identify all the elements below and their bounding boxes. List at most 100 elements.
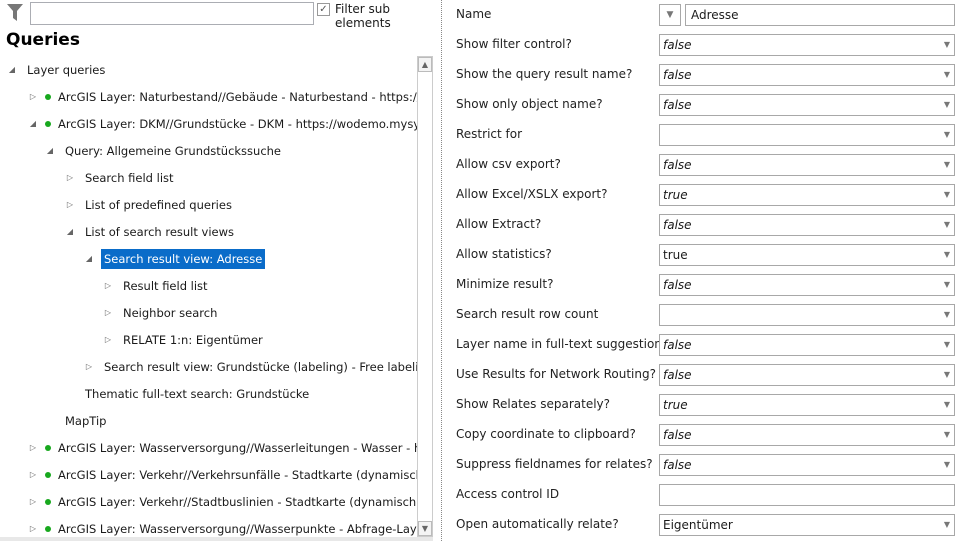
- collapsed-arrow-icon[interactable]: ▷: [65, 195, 75, 215]
- property-dropdown[interactable]: true ▼: [659, 184, 955, 206]
- collapsed-arrow-icon[interactable]: ▷: [84, 357, 94, 377]
- tree-node-label: ArcGIS Layer: Wasserversorgung//Wasserle…: [58, 441, 418, 455]
- tree-horizontal-scrollbar[interactable]: [0, 537, 433, 541]
- property-row: Show only object name? false ▼: [443, 90, 961, 120]
- chevron-down-icon[interactable]: ▼: [944, 245, 950, 265]
- chevron-down-icon[interactable]: ▼: [944, 215, 950, 235]
- chevron-down-icon[interactable]: ▼: [944, 395, 950, 415]
- property-dropdown[interactable]: ▼: [659, 304, 955, 326]
- property-label: Restrict for: [456, 127, 523, 141]
- collapsed-arrow-icon[interactable]: ▷: [103, 276, 113, 296]
- name-dropdown-button[interactable]: ▼: [659, 4, 681, 26]
- expanded-arrow-icon[interactable]: ◢: [28, 114, 38, 134]
- collapsed-arrow-icon[interactable]: ▷: [65, 168, 75, 188]
- property-value: false: [663, 158, 692, 172]
- tree-node[interactable]: Thematic full-text search: Grundstücke: [0, 384, 418, 404]
- property-dropdown[interactable]: false ▼: [659, 154, 955, 176]
- scroll-up-button[interactable]: ▲: [418, 57, 432, 72]
- chevron-down-icon[interactable]: ▼: [944, 35, 950, 55]
- property-dropdown[interactable]: true ▼: [659, 244, 955, 266]
- chevron-down-icon[interactable]: ▼: [944, 95, 950, 115]
- filter-sub-elements-checkbox[interactable]: ✓: [317, 3, 330, 16]
- tree-node[interactable]: ◢ List of search result views: [0, 222, 418, 242]
- collapsed-arrow-icon[interactable]: ▷: [28, 465, 38, 485]
- property-dropdown[interactable]: Eigentümer ▼: [659, 514, 955, 536]
- filter-input[interactable]: [30, 2, 314, 25]
- property-value: true: [663, 188, 688, 202]
- property-input[interactable]: [659, 484, 955, 506]
- chevron-down-icon[interactable]: ▼: [944, 335, 950, 355]
- tree-node[interactable]: ▷ ArcGIS Layer: Verkehr//Stadtbuslinien -…: [0, 492, 418, 512]
- tree-vertical-scrollbar[interactable]: ▲ ▼: [417, 56, 433, 537]
- scroll-down-button[interactable]: ▼: [418, 521, 432, 536]
- expanded-arrow-icon[interactable]: ◢: [45, 141, 55, 161]
- tree-node[interactable]: ▷ Neighbor search: [0, 303, 418, 323]
- status-dot-icon: [45, 526, 51, 532]
- tree-node[interactable]: ▷ Result field list: [0, 276, 418, 296]
- property-label: Allow Extract?: [456, 217, 542, 231]
- property-dropdown[interactable]: false ▼: [659, 364, 955, 386]
- property-dropdown[interactable]: false ▼: [659, 64, 955, 86]
- property-dropdown[interactable]: false ▼: [659, 214, 955, 236]
- tree-node[interactable]: ▷ ArcGIS Layer: Wasserversorgung//Wasserl…: [0, 438, 418, 458]
- property-label: Show only object name?: [456, 97, 603, 111]
- collapsed-arrow-icon[interactable]: ▷: [28, 519, 38, 537]
- tree-node[interactable]: ▷ ArcGIS Layer: Naturbestand//Gebäude - N…: [0, 87, 418, 107]
- tree-node[interactable]: ▷ List of predefined queries: [0, 195, 418, 215]
- collapsed-arrow-icon[interactable]: ▷: [28, 87, 38, 107]
- property-dropdown[interactable]: false ▼: [659, 94, 955, 116]
- tree-node-label: Layer queries: [27, 63, 106, 77]
- name-input[interactable]: Adresse: [685, 4, 955, 26]
- collapsed-arrow-icon[interactable]: ▷: [103, 303, 113, 323]
- chevron-down-icon[interactable]: ▼: [944, 275, 950, 295]
- property-value: false: [663, 98, 692, 112]
- chevron-down-icon[interactable]: ▼: [944, 515, 950, 535]
- status-dot-icon: [45, 499, 51, 505]
- property-dropdown[interactable]: false ▼: [659, 424, 955, 446]
- property-dropdown[interactable]: false ▼: [659, 274, 955, 296]
- tree-node[interactable]: ◢ Search result view: Adresse: [0, 249, 418, 269]
- property-row: Allow statistics? true ▼: [443, 240, 961, 270]
- tree-node-label: Search field list: [85, 171, 174, 185]
- chevron-down-icon[interactable]: ▼: [944, 305, 950, 325]
- property-dropdown[interactable]: true ▼: [659, 394, 955, 416]
- tree-node-label: List of predefined queries: [85, 198, 232, 212]
- tree-node[interactable]: ◢ Query: Allgemeine Grundstückssuche: [0, 141, 418, 161]
- property-label: Name: [456, 7, 492, 21]
- property-row: Minimize result? false ▼: [443, 270, 961, 300]
- tree-node[interactable]: ◢ ArcGIS Layer: DKM//Grundstücke - DKM - …: [0, 114, 418, 134]
- expanded-arrow-icon[interactable]: ◢: [84, 249, 94, 269]
- tree-node[interactable]: ▷ ArcGIS Layer: Wasserversorgung//Wasserp…: [0, 519, 418, 537]
- tree-node[interactable]: MapTip: [0, 411, 418, 431]
- property-label: Open automatically relate?: [456, 517, 619, 531]
- property-dropdown[interactable]: ▼: [659, 124, 955, 146]
- tree-node[interactable]: ▷ Search field list: [0, 168, 418, 188]
- chevron-down-icon[interactable]: ▼: [944, 365, 950, 385]
- expanded-arrow-icon[interactable]: ◢: [65, 222, 75, 242]
- tree-node[interactable]: ▷ RELATE 1:n: Eigentümer: [0, 330, 418, 350]
- tree-node[interactable]: ▷ Search result view: Grundstücke (labeli…: [0, 357, 418, 377]
- property-row: Allow Excel/XSLX export? true ▼: [443, 180, 961, 210]
- tree-node[interactable]: ◢ Layer queries: [0, 60, 418, 80]
- chevron-down-icon[interactable]: ▼: [944, 425, 950, 445]
- collapsed-arrow-icon[interactable]: ▷: [28, 438, 38, 458]
- property-dropdown[interactable]: false ▼: [659, 334, 955, 356]
- collapsed-arrow-icon[interactable]: ▷: [103, 330, 113, 350]
- tree-node-label: Search result view: Adresse: [101, 249, 266, 269]
- property-dropdown[interactable]: false ▼: [659, 454, 955, 476]
- chevron-down-icon[interactable]: ▼: [944, 185, 950, 205]
- property-value: false: [663, 368, 692, 382]
- status-dot-icon: [45, 121, 51, 127]
- status-dot-icon: [45, 94, 51, 100]
- chevron-down-icon[interactable]: ▼: [944, 455, 950, 475]
- tree-node[interactable]: ▷ ArcGIS Layer: Verkehr//Verkehrsunfälle …: [0, 465, 418, 485]
- property-label: Layer name in full-text suggestion?: [456, 337, 669, 351]
- property-dropdown[interactable]: false ▼: [659, 34, 955, 56]
- collapsed-arrow-icon[interactable]: ▷: [28, 492, 38, 512]
- property-label: Search result row count: [456, 307, 599, 321]
- chevron-down-icon[interactable]: ▼: [944, 155, 950, 175]
- chevron-down-icon[interactable]: ▼: [944, 125, 950, 145]
- property-row: Suppress fieldnames for relates? false ▼: [443, 450, 961, 480]
- expanded-arrow-icon[interactable]: ◢: [7, 60, 17, 80]
- chevron-down-icon[interactable]: ▼: [944, 65, 950, 85]
